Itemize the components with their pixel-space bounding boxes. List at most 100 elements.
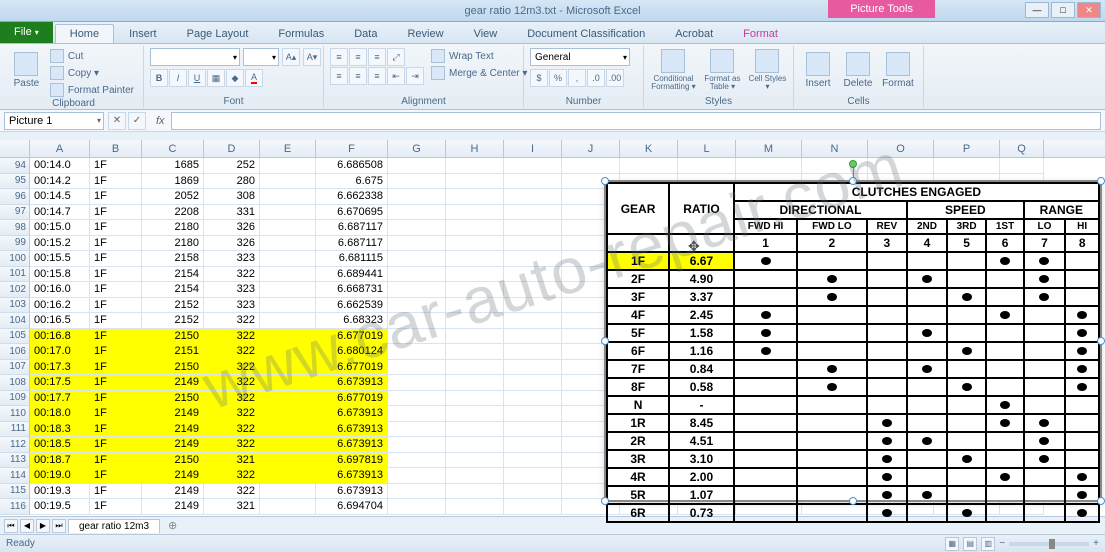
cell[interactable] xyxy=(1000,158,1044,174)
cell[interactable] xyxy=(388,189,446,205)
cell[interactable]: 6.681115 xyxy=(316,251,388,267)
cell[interactable] xyxy=(504,468,562,484)
row-header[interactable]: 106 xyxy=(0,344,30,360)
cell[interactable]: 323 xyxy=(204,298,260,314)
cell[interactable]: 322 xyxy=(204,406,260,422)
underline-button[interactable]: U xyxy=(188,69,206,87)
view-normal-button[interactable]: ▦ xyxy=(945,537,959,551)
cell[interactable] xyxy=(388,236,446,252)
cell[interactable] xyxy=(504,375,562,391)
cell[interactable] xyxy=(260,267,316,283)
col-header-Q[interactable]: Q xyxy=(1000,140,1044,157)
cell[interactable] xyxy=(504,344,562,360)
cell[interactable] xyxy=(388,360,446,376)
font-size-select[interactable] xyxy=(243,48,279,66)
cell[interactable] xyxy=(388,406,446,422)
cell[interactable]: 1685 xyxy=(142,158,204,174)
cell[interactable]: 00:17.0 xyxy=(30,344,90,360)
cell[interactable] xyxy=(446,499,504,515)
italic-button[interactable]: I xyxy=(169,69,187,87)
cell[interactable] xyxy=(388,174,446,190)
row-header[interactable]: 103 xyxy=(0,298,30,314)
cell[interactable] xyxy=(388,437,446,453)
row-header[interactable]: 116 xyxy=(0,499,30,515)
cell[interactable] xyxy=(446,205,504,221)
cell[interactable]: 6.689441 xyxy=(316,267,388,283)
tab-home[interactable]: Home xyxy=(55,24,114,43)
cell[interactable]: 6.694704 xyxy=(316,499,388,515)
row-header[interactable]: 112 xyxy=(0,437,30,453)
comma-button[interactable]: , xyxy=(568,69,586,87)
wrap-text-button[interactable]: Wrap Text xyxy=(428,48,530,64)
cell[interactable] xyxy=(504,282,562,298)
cell[interactable] xyxy=(446,360,504,376)
col-header-G[interactable]: G xyxy=(388,140,446,157)
cell[interactable]: 00:16.5 xyxy=(30,313,90,329)
cell[interactable] xyxy=(446,484,504,500)
tab-view[interactable]: View xyxy=(459,24,513,43)
col-header-P[interactable]: P xyxy=(934,140,1000,157)
cell[interactable]: 6.673913 xyxy=(316,406,388,422)
cell[interactable]: 1F xyxy=(90,499,142,515)
cell[interactable]: 2149 xyxy=(142,437,204,453)
align-right-button[interactable]: ≡ xyxy=(368,67,386,85)
tab-acrobat[interactable]: Acrobat xyxy=(660,24,728,43)
resize-handle-bm[interactable] xyxy=(849,497,857,505)
cell[interactable]: 331 xyxy=(204,205,260,221)
cell[interactable] xyxy=(504,220,562,236)
cell[interactable] xyxy=(388,313,446,329)
format-painter-button[interactable]: Format Painter xyxy=(47,82,137,98)
cell[interactable]: 6.673913 xyxy=(316,468,388,484)
cell[interactable]: 1F xyxy=(90,329,142,345)
cell[interactable]: 6.677019 xyxy=(316,329,388,345)
cell[interactable]: 00:17.3 xyxy=(30,360,90,376)
spreadsheet-grid[interactable]: 9495969798991001011021031041051061071081… xyxy=(0,158,1105,516)
name-box[interactable]: Picture 1 xyxy=(4,112,104,130)
cell[interactable]: 322 xyxy=(204,484,260,500)
cell[interactable]: 1F xyxy=(90,189,142,205)
cell[interactable] xyxy=(504,437,562,453)
cell[interactable]: 2151 xyxy=(142,344,204,360)
col-header-H[interactable]: H xyxy=(446,140,504,157)
close-button[interactable]: ✕ xyxy=(1077,2,1101,18)
cell[interactable] xyxy=(260,205,316,221)
cell[interactable] xyxy=(388,344,446,360)
cell[interactable]: 00:15.2 xyxy=(30,236,90,252)
select-all-corner[interactable] xyxy=(0,140,30,157)
cell[interactable]: 280 xyxy=(204,174,260,190)
paste-button[interactable]: Paste xyxy=(10,48,43,92)
cell[interactable] xyxy=(802,158,868,174)
cell[interactable]: 00:18.0 xyxy=(30,406,90,422)
cell[interactable] xyxy=(260,251,316,267)
font-family-select[interactable] xyxy=(150,48,240,66)
row-header[interactable]: 107 xyxy=(0,360,30,376)
col-header-F[interactable]: F xyxy=(316,140,388,157)
cell[interactable] xyxy=(504,236,562,252)
row-header[interactable]: 104 xyxy=(0,313,30,329)
tab-insert[interactable]: Insert xyxy=(114,24,172,43)
cell[interactable]: 6.677019 xyxy=(316,360,388,376)
sheet-nav-next[interactable]: ▶ xyxy=(36,519,50,533)
delete-cells-button[interactable]: Delete xyxy=(840,48,876,92)
cell[interactable]: 322 xyxy=(204,375,260,391)
cell[interactable]: 6.687117 xyxy=(316,236,388,252)
row-header[interactable]: 105 xyxy=(0,329,30,345)
cell[interactable] xyxy=(260,189,316,205)
inc-decimal-button[interactable]: .0 xyxy=(587,69,605,87)
cell[interactable]: 00:18.3 xyxy=(30,422,90,438)
cell[interactable]: 1F xyxy=(90,158,142,174)
cell[interactable] xyxy=(388,267,446,283)
cut-button[interactable]: Cut xyxy=(47,48,137,64)
cell[interactable] xyxy=(446,329,504,345)
row-header[interactable]: 96 xyxy=(0,189,30,205)
row-header[interactable]: 111 xyxy=(0,422,30,438)
cell[interactable]: 2158 xyxy=(142,251,204,267)
cell[interactable] xyxy=(504,189,562,205)
cell[interactable]: 00:19.5 xyxy=(30,499,90,515)
cell[interactable] xyxy=(260,158,316,174)
cell[interactable] xyxy=(260,499,316,515)
cell[interactable]: 1F xyxy=(90,360,142,376)
merge-center-button[interactable]: Merge & Center ▾ xyxy=(428,65,530,81)
indent-dec-button[interactable]: ⇤ xyxy=(387,67,405,85)
cell[interactable]: 2052 xyxy=(142,189,204,205)
